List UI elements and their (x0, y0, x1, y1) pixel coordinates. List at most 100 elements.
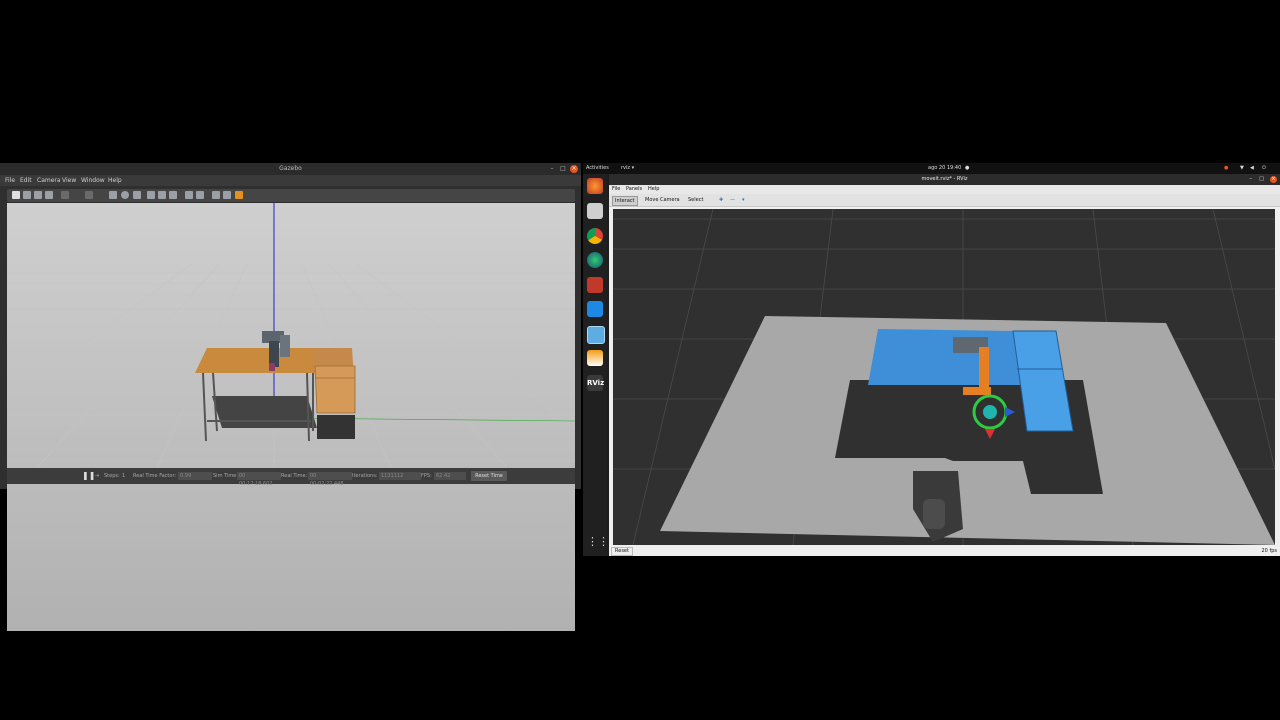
power-icon[interactable]: ⏻ (1262, 163, 1266, 174)
robot-base-link (923, 499, 945, 529)
minimize-button[interactable]: – (1250, 174, 1253, 185)
copy-icon[interactable] (185, 191, 193, 199)
menu-file[interactable]: File (5, 175, 15, 186)
translate-icon[interactable] (23, 191, 31, 199)
scale-icon[interactable] (45, 191, 53, 199)
network-icon[interactable]: ▼ (1240, 163, 1244, 174)
steps-label: Steps: (104, 473, 120, 479)
rviz-icon[interactable]: RViz (587, 375, 604, 391)
pause-icon[interactable]: ❚❚ (82, 468, 95, 484)
app-grid-icon[interactable]: ⋮⋮ (587, 534, 609, 550)
robot-forearm-planned (979, 347, 989, 387)
rotate-icon[interactable] (34, 191, 42, 199)
remove-tool-icon[interactable]: — (728, 196, 737, 204)
activities-button[interactable]: Activities (586, 163, 609, 174)
sphere-shape-icon[interactable] (121, 191, 129, 199)
interactive-marker-sphere[interactable] (983, 405, 997, 419)
rviz-3d-viewport[interactable] (613, 209, 1275, 545)
menu-panels[interactable]: Panels (626, 186, 642, 192)
menu-file[interactable]: File (612, 186, 620, 192)
spot-light-icon[interactable] (158, 191, 166, 199)
stack-icon[interactable] (587, 350, 603, 366)
rviz-scene (613, 209, 1275, 545)
clock[interactable]: ago 20 19:40 (928, 163, 961, 174)
screenshot-icon[interactable] (235, 191, 243, 199)
app-menu[interactable]: rviz ▾ (621, 163, 634, 174)
select-tool[interactable]: Select (686, 196, 705, 204)
fps-readout: 20 fps (1261, 548, 1278, 554)
files-icon[interactable] (587, 203, 603, 219)
paste-icon[interactable] (196, 191, 204, 199)
robot-forearm (280, 335, 290, 357)
vscode-icon[interactable] (587, 301, 603, 317)
window-title: moveit.rviz* - RViz (921, 176, 968, 182)
chrome-icon[interactable] (587, 228, 603, 244)
iterations-label: Iterations: (352, 473, 378, 479)
fps-value: 62.42 (434, 472, 466, 480)
notification-dot-icon: ● (965, 165, 970, 171)
gazebo-scene (7, 203, 575, 469)
iterations-value: 1131112 (379, 472, 421, 480)
table-collision-object (868, 329, 1023, 385)
steps-value[interactable]: 1 (122, 468, 125, 484)
minimize-button[interactable]: – (548, 165, 556, 173)
maximize-button[interactable]: □ (1259, 174, 1264, 185)
maximize-button[interactable]: □ (559, 165, 567, 173)
fps-label: FPS: (421, 473, 432, 479)
menu-help[interactable]: Help (648, 186, 659, 192)
add-tool-icon[interactable]: ✚ (717, 196, 725, 204)
directional-light-icon[interactable] (169, 191, 177, 199)
rtf-value: 0.99 (178, 472, 212, 480)
dock: RViz ⋮⋮ (583, 174, 609, 556)
sim-time-label: Sim Time: (213, 473, 238, 479)
menu-view[interactable]: View (62, 175, 76, 186)
sim-time-value: 00 00:17:18.602 (237, 472, 281, 487)
menu-camera[interactable]: Camera (37, 175, 61, 186)
menubar: File Edit Camera View Window Help (0, 175, 581, 186)
screenshot-icon[interactable] (587, 326, 605, 344)
top-bar: Activities rviz ▾ ago 20 19:40 ● ● ▼ ◀ ⏻ (583, 163, 1280, 174)
reset-button[interactable]: Reset (611, 547, 633, 556)
bin-front (314, 365, 356, 414)
reset-time-button[interactable]: Reset Time (471, 471, 507, 481)
rviz-window: moveit.rviz* - RViz – □ × File Panels He… (609, 174, 1280, 556)
atom-icon[interactable] (587, 252, 603, 268)
box-shape-icon[interactable] (109, 191, 117, 199)
bin-shadow (317, 415, 355, 439)
real-time-value: 00 00:02:22.448 (308, 472, 352, 487)
undo-icon[interactable] (61, 191, 69, 199)
real-time-label: Real Time: (281, 473, 308, 479)
volume-icon[interactable]: ◀ (1250, 163, 1254, 174)
menu-window[interactable]: Window (81, 175, 105, 186)
select-label: Select (688, 197, 704, 203)
gazebo-3d-viewport[interactable] (7, 203, 575, 631)
record-icon: ● (1224, 165, 1229, 171)
ubuntu-desktop: Activities rviz ▾ ago 20 19:40 ● ● ▼ ◀ ⏻… (583, 163, 1280, 556)
tool-bar: Interact Move Camera Select ✚ — ▾ (609, 194, 1280, 207)
menubar: File Panels Help (609, 185, 1280, 194)
interact-tool[interactable]: Interact (612, 196, 638, 206)
firefox-icon[interactable] (587, 178, 603, 194)
gazebo-window: Gazebo – □ × File Edit Camera View Windo… (0, 163, 581, 631)
close-button[interactable]: × (570, 165, 578, 173)
interact-label: Interact (615, 198, 635, 204)
robot-gripper (269, 363, 275, 371)
gazebo-titlebar: Gazebo – □ × (0, 163, 581, 175)
terminal-icon[interactable] (587, 277, 603, 293)
cylinder-shape-icon[interactable] (133, 191, 141, 199)
tool-properties-icon[interactable]: ▾ (740, 196, 747, 204)
align-icon[interactable] (212, 191, 220, 199)
robot-wrist-planned (963, 387, 991, 395)
toolbar (7, 189, 575, 202)
menu-help[interactable]: Help (108, 175, 122, 186)
select-mode-icon[interactable] (12, 191, 20, 199)
step-icon[interactable]: ⇥ (95, 468, 99, 484)
redo-icon[interactable] (85, 191, 93, 199)
close-button[interactable]: × (1270, 176, 1277, 183)
point-light-icon[interactable] (147, 191, 155, 199)
snap-icon[interactable] (223, 191, 231, 199)
menu-edit[interactable]: Edit (20, 175, 32, 186)
rtf-label: Real Time Factor: (133, 473, 177, 479)
move-camera-tool[interactable]: Move Camera (643, 196, 682, 204)
table-top (195, 348, 317, 373)
